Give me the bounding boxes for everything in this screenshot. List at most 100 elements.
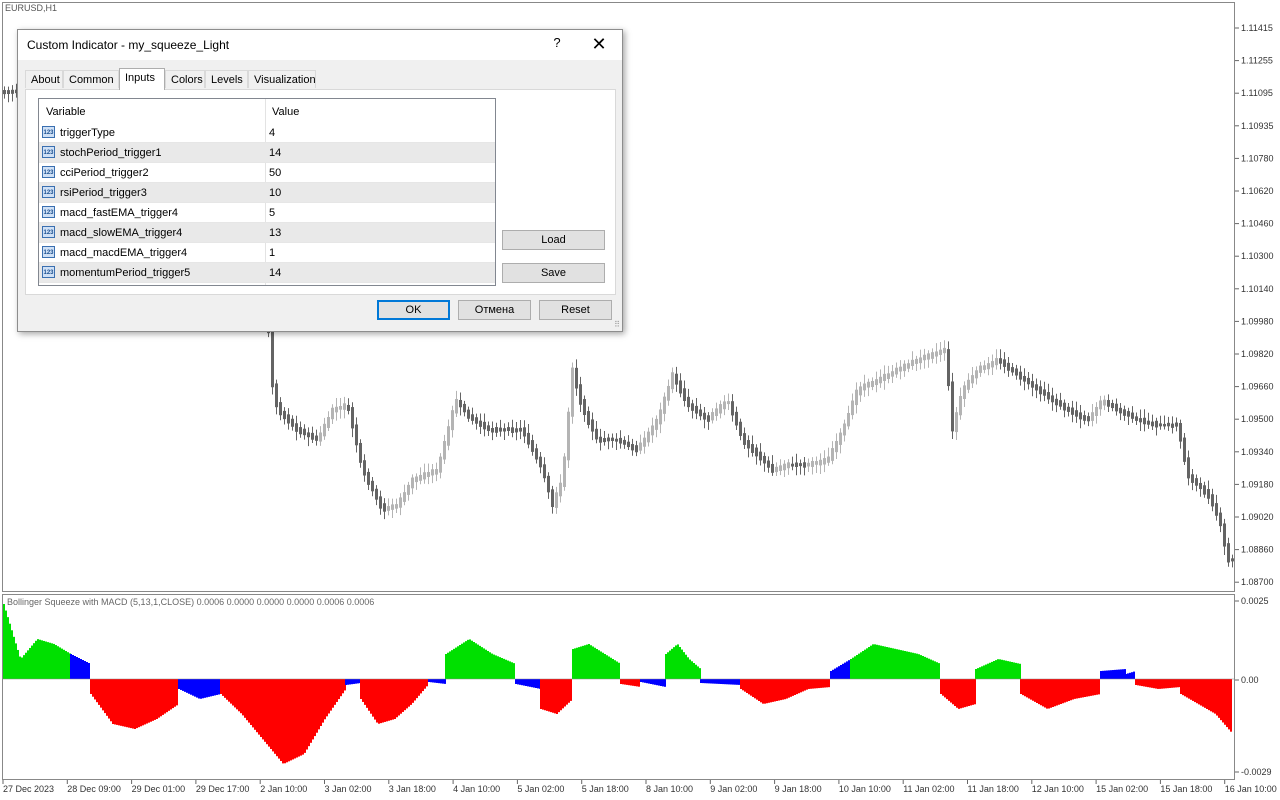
histogram-bar <box>932 660 934 679</box>
close-icon[interactable]: ✕ <box>590 34 608 54</box>
candle-body <box>967 379 970 390</box>
candle-body <box>595 428 598 440</box>
candle-body <box>291 418 294 427</box>
param-name: cciPeriod_trigger2 <box>60 167 149 179</box>
table-row[interactable]: 123 macd_slowEMA_trigger4 13 <box>39 223 495 243</box>
candle-body <box>659 409 662 425</box>
histogram-bar <box>332 679 334 708</box>
histogram-bar <box>274 679 276 754</box>
save-button[interactable]: Save <box>502 263 605 283</box>
candle-body <box>723 401 726 410</box>
param-value[interactable]: 4 <box>269 127 275 139</box>
candle-body <box>567 411 570 461</box>
histogram-bar <box>108 679 110 719</box>
histogram-bar <box>270 679 272 749</box>
ok-button[interactable]: OK <box>377 300 450 320</box>
candle-body <box>447 426 450 446</box>
histogram-bar <box>846 661 848 679</box>
table-row[interactable]: 123 triggerType 4 <box>39 123 495 143</box>
param-value[interactable]: 14 <box>269 267 281 279</box>
candle-body <box>343 403 346 410</box>
param-value[interactable]: 10 <box>269 187 281 199</box>
histogram-bar <box>326 679 328 717</box>
histogram-bar <box>432 679 434 683</box>
tab-about[interactable]: About <box>25 70 63 88</box>
tab-inputs[interactable]: Inputs <box>119 68 165 90</box>
histogram-bar <box>1112 670 1114 679</box>
load-button[interactable]: Load <box>502 230 605 250</box>
histogram-bar <box>1192 679 1194 701</box>
table-row[interactable]: 123 macd_macdEMA_trigger4 1 <box>39 243 495 263</box>
histogram-bar <box>162 679 164 715</box>
histogram-bar <box>220 679 222 694</box>
candle-body <box>687 396 690 408</box>
histogram-bar <box>740 679 742 689</box>
candle-body <box>871 381 874 388</box>
reset-button[interactable]: Reset <box>539 300 612 320</box>
resize-grip-icon[interactable]: ⠿ <box>614 320 620 329</box>
candle-body <box>7 90 10 95</box>
candle-body <box>1043 389 1046 396</box>
param-value[interactable]: 14 <box>269 147 281 159</box>
indicator-axis: 0.0025 0.00 -0.0029 <box>1235 596 1272 777</box>
tab-levels[interactable]: Levels <box>205 70 248 88</box>
candle-body <box>379 496 382 509</box>
tab-visualization[interactable]: Visualization <box>248 70 316 88</box>
histogram-bar <box>110 679 112 722</box>
param-value[interactable]: 50 <box>269 167 281 179</box>
cancel-button[interactable]: Отмена <box>458 300 531 320</box>
histogram-bar <box>503 658 505 679</box>
candle-body <box>943 347 946 354</box>
histogram-bar <box>53 643 55 679</box>
param-value[interactable]: 5 <box>269 207 275 219</box>
histogram-bar <box>1208 679 1210 711</box>
candle-body <box>555 492 558 508</box>
histogram-bar <box>700 679 702 683</box>
histogram-bar <box>1001 659 1003 679</box>
histogram-bar <box>979 667 981 679</box>
dialog-titlebar[interactable]: Custom Indicator - my_squeeze_Light ? ✕ <box>18 30 622 60</box>
price-tick-label: 1.11415 <box>1241 23 1273 33</box>
histogram-bar <box>394 679 396 719</box>
histogram-bar <box>178 679 180 689</box>
tab-colors[interactable]: Colors <box>165 70 205 88</box>
histogram-bar <box>320 679 322 726</box>
histogram-bar <box>384 679 386 722</box>
candle-body <box>639 442 642 451</box>
candle-body <box>1095 406 1098 416</box>
histogram-bar <box>542 679 544 710</box>
histogram-bar <box>687 657 689 679</box>
param-name: triggerType <box>60 127 116 139</box>
histogram-bar <box>796 679 798 695</box>
histogram-bar <box>685 654 687 679</box>
histogram-bar <box>648 679 650 684</box>
header-variable[interactable]: Variable <box>46 106 86 118</box>
table-row[interactable]: 123 macd_fastEMA_trigger4 5 <box>39 203 495 223</box>
integer-param-icon: 123 <box>42 206 55 218</box>
time-tick-label: 11 Jan 02:00 <box>903 784 954 794</box>
candle-body <box>959 395 962 416</box>
table-row[interactable]: 123 momentumPeriod_trigger5 14 <box>39 263 495 283</box>
histogram-bar <box>1173 679 1175 688</box>
histogram-bar <box>806 679 808 690</box>
header-value[interactable]: Value <box>272 106 299 118</box>
histogram-bar <box>396 679 398 718</box>
param-value[interactable]: 1 <box>269 247 275 259</box>
histogram-bar <box>896 649 898 679</box>
param-name: macd_macdEMA_trigger4 <box>60 247 188 259</box>
histogram-bar <box>136 679 138 729</box>
candle-body <box>803 462 806 468</box>
tab-common[interactable]: Common <box>63 70 119 88</box>
histogram-bar <box>650 679 652 684</box>
table-row[interactable]: 123 rsiPeriod_trigger3 10 <box>39 183 495 203</box>
help-button[interactable]: ? <box>549 35 565 53</box>
candle-body <box>963 385 966 400</box>
table-row[interactable]: 123 cciPeriod_trigger2 50 <box>39 163 495 183</box>
candle-body <box>671 372 674 390</box>
table-row[interactable]: 123 stochPeriod_trigger1 14 <box>39 143 495 163</box>
histogram-bar <box>1151 679 1153 688</box>
histogram-bar <box>521 679 523 686</box>
param-value[interactable]: 13 <box>269 227 281 239</box>
candle-body <box>523 427 526 437</box>
candle-body <box>1143 417 1146 425</box>
